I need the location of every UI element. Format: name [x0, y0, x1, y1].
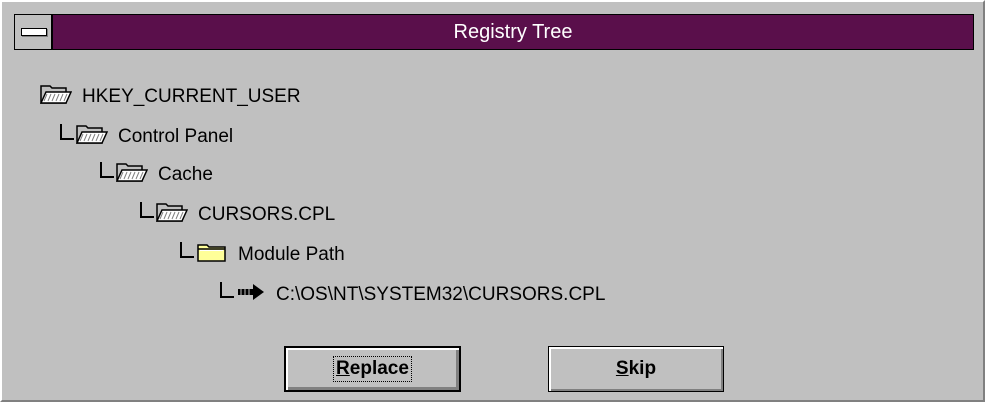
title-bar[interactable]: Registry Tree	[14, 14, 974, 50]
tree-node-hkey-current-user[interactable]: HKEY_CURRENT_USER	[39, 82, 301, 112]
open-folder-icon	[75, 123, 109, 151]
tree-node-label: Module Path	[238, 244, 345, 265]
open-folder-icon	[115, 161, 149, 189]
tree-connector	[220, 282, 234, 298]
system-menu-button[interactable]	[15, 15, 53, 49]
tree-node-label: HKEY_CURRENT_USER	[82, 86, 301, 107]
tree-node-control-panel[interactable]: Control Panel	[60, 122, 233, 152]
tree-connector	[180, 242, 194, 258]
closed-folder-icon	[196, 241, 228, 269]
skip-label: kip	[628, 358, 657, 379]
tree-node-label: C:\OS\NT\SYSTEM32\CURSORS.CPL	[276, 284, 606, 305]
tree-node-label: Control Panel	[118, 126, 234, 147]
focus-rectangle: Replace	[333, 356, 412, 382]
tree-node-label: Cache	[158, 164, 213, 185]
arrow-right-icon	[236, 283, 266, 307]
window-title: Registry Tree	[453, 21, 573, 43]
tree-node-value-path[interactable]: C:\OS\NT\SYSTEM32\CURSORS.CPL	[220, 280, 605, 310]
skip-button[interactable]: Skip	[548, 346, 724, 392]
open-folder-icon	[39, 83, 73, 111]
tree-connector	[140, 202, 154, 218]
dialog-window: Registry Tree HKEY_CURRENT_USER Control …	[0, 0, 985, 402]
tree-connector	[100, 162, 114, 178]
system-menu-icon	[21, 28, 47, 36]
tree-node-cursors-cpl[interactable]: CURSORS.CPL	[140, 200, 335, 230]
open-folder-icon	[155, 201, 189, 229]
tree-connector	[60, 124, 74, 140]
tree-node-cache[interactable]: Cache	[100, 160, 213, 190]
tree-node-label: CURSORS.CPL	[198, 204, 336, 225]
replace-label: eplace	[349, 358, 409, 379]
tree-node-module-path[interactable]: Module Path	[180, 240, 345, 270]
replace-button[interactable]: Replace	[284, 346, 461, 392]
replace-mnemonic: R	[336, 358, 350, 379]
skip-mnemonic: S	[615, 358, 629, 379]
